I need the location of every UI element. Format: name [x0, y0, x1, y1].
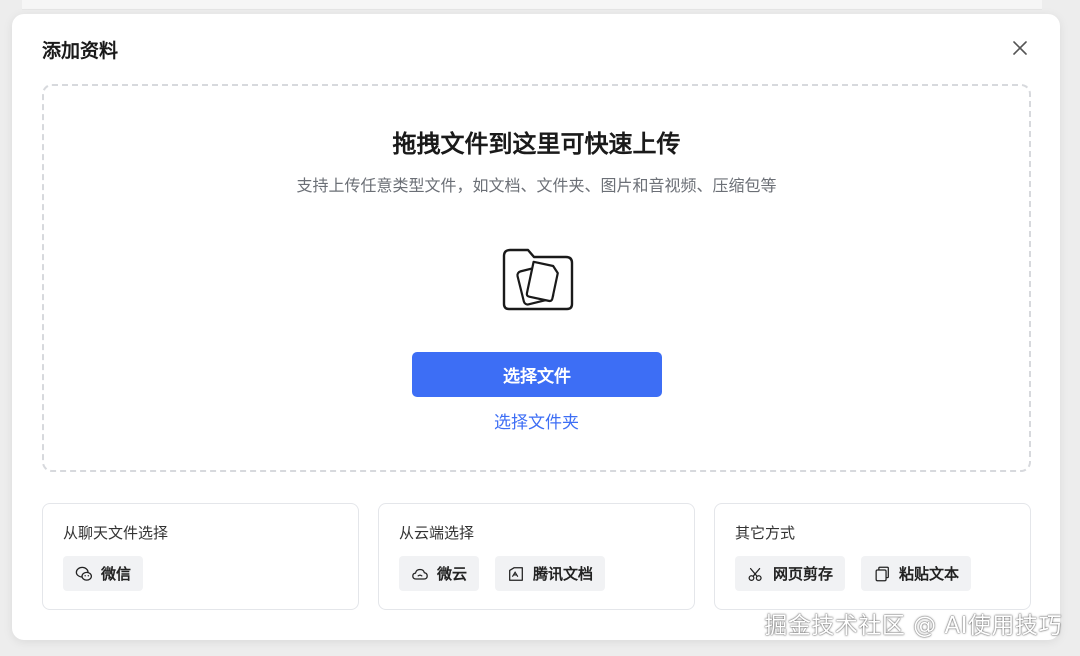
weiyun-button[interactable]: 微云 [399, 556, 480, 591]
chip-label: 网页剪存 [773, 565, 834, 583]
tencent-docs-button[interactable]: 腾讯文档 [495, 556, 606, 591]
folder-files-icon [502, 248, 574, 311]
web-clip-button[interactable]: 网页剪存 [735, 556, 846, 591]
upload-dropzone[interactable]: 拖拽文件到这里可快速上传 支持上传任意类型文件，如文档、文件夹、图片和音视频、压… [42, 84, 1031, 472]
close-icon [1013, 41, 1027, 55]
chip-label: 微云 [437, 565, 468, 583]
close-button[interactable] [1008, 36, 1032, 60]
card-title: 从云端选择 [399, 524, 475, 542]
card-title: 从聊天文件选择 [63, 524, 169, 542]
paste-text-button[interactable]: 粘贴文本 [861, 556, 972, 591]
chip-label: 微信 [101, 565, 132, 583]
select-file-button[interactable]: 选择文件 [412, 352, 662, 397]
chat-files-card: 从聊天文件选择 微信 [42, 503, 359, 610]
wechat-icon [75, 566, 93, 581]
wechat-button[interactable]: 微信 [63, 556, 144, 591]
chip-label: 腾讯文档 [533, 565, 594, 583]
dropzone-subtitle: 支持上传任意类型文件，如文档、文件夹、图片和音视频、压缩包等 [296, 176, 777, 195]
other-methods-card: 其它方式 网页剪存 粘贴文本 [714, 503, 1031, 610]
select-folder-link[interactable]: 选择文件夹 [44, 408, 1029, 433]
cloud-icon [412, 568, 428, 580]
scissors-icon [748, 567, 762, 581]
card-title: 其它方式 [735, 524, 796, 542]
cloud-card: 从云端选择 微云 腾讯文档 [378, 503, 695, 610]
background-panel [22, 0, 1042, 10]
watermark: 掘金技术社区 @ AI使用技巧 [764, 613, 1062, 639]
add-material-dialog: 添加资料 拖拽文件到这里可快速上传 支持上传任意类型文件，如文档、文件夹、图片和… [12, 14, 1060, 640]
dialog-title: 添加资料 [42, 40, 119, 62]
paste-icon [875, 566, 889, 581]
chip-label: 粘贴文本 [899, 565, 960, 583]
dropzone-title: 拖拽文件到这里可快速上传 [392, 130, 681, 158]
tencent-docs-icon [509, 566, 523, 581]
